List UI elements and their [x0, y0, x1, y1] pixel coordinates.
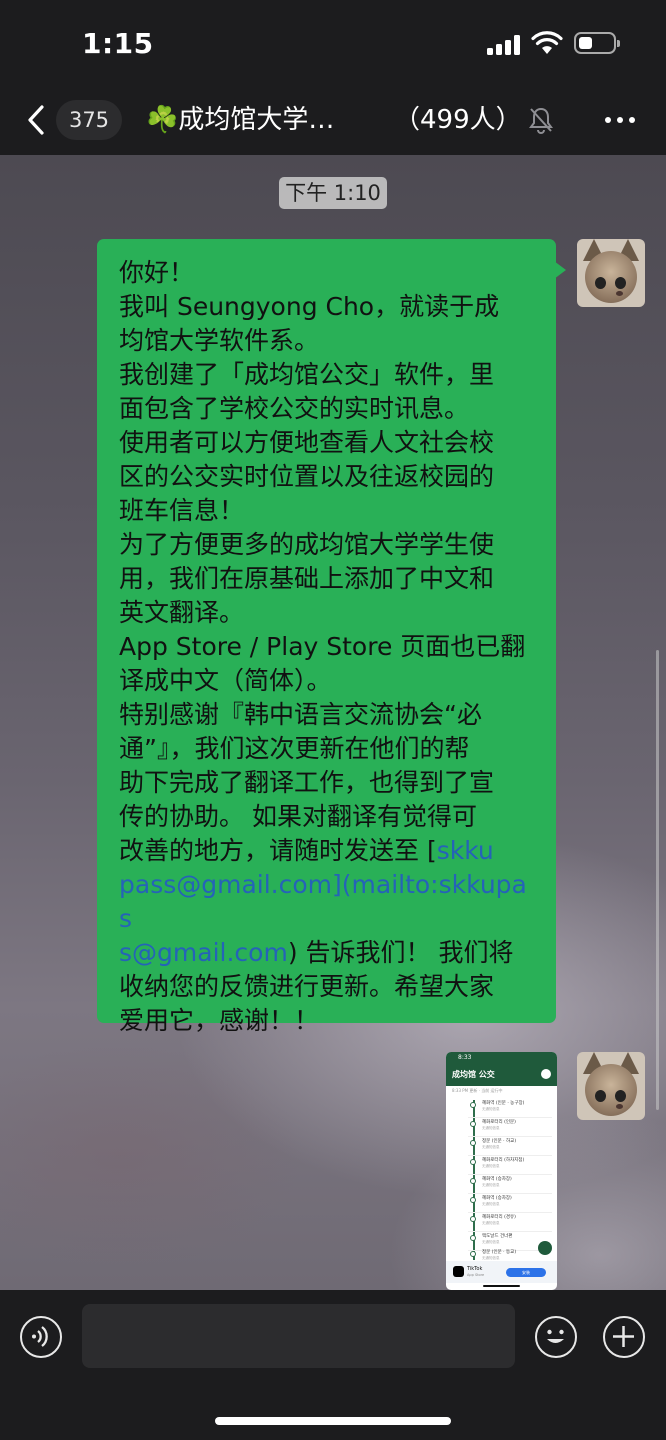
preview-app-title: 成均馆 公交 — [452, 1070, 495, 1079]
status-time: 1:15 — [82, 27, 154, 60]
smiley-icon — [547, 1329, 564, 1343]
message-line-with-link: s@gmail.com) 告诉我们！ 我们将 — [119, 936, 538, 970]
message-line: 用，我们在原基础上添加了中文和 — [119, 564, 495, 593]
preview-stop-row: 혜화로터리 (경유) 无通知信息 — [468, 1212, 552, 1232]
input-bar — [0, 1290, 666, 1440]
email-link[interactable]: skku — [437, 836, 494, 865]
back-chevron-icon[interactable] — [22, 102, 52, 138]
message-line-with-link: 改善的地方，请随时发送至 [skku — [119, 834, 538, 868]
voice-input-button[interactable] — [20, 1316, 62, 1358]
wifi-icon — [531, 31, 563, 54]
message-line: 我创建了「成均馆公交」软件，里 — [119, 360, 495, 389]
nav-bar: 375 ☘️成均馆大学… （499人） — [0, 90, 666, 155]
preview-refresh-icon — [538, 1241, 552, 1255]
message-text: ) 告诉我们！ 我们将 — [287, 938, 514, 967]
message-line: 你好！ — [119, 258, 195, 287]
message-line: 爱用它，感谢！！ — [119, 1006, 320, 1035]
preview-stop-row: 혜화역 (승차장) 无通知信息 — [468, 1174, 552, 1194]
message-line: App Store / Play Store 页面也已翻 — [119, 632, 526, 661]
message-line: 助下完成了翻译工作，也得到了宣 — [119, 768, 495, 797]
battery-icon — [574, 32, 620, 54]
email-link[interactable]: pass@gmail.com](mailto:skkupas — [119, 868, 538, 936]
home-indicator — [215, 1417, 451, 1425]
preview-stop-row: 혜화로터리 (하차지점) 无通知信息 — [468, 1155, 552, 1175]
message-line: 收纳您的反馈进行更新。希望大家 — [119, 972, 495, 1001]
message-line: 英文翻译。 — [119, 598, 245, 627]
preview-subtitle: 8:33 PM 更新 · 当前 运行中 — [452, 1088, 503, 1093]
message-line: 通”』，我们这次更新在他们的帮 — [119, 734, 470, 763]
preview-stop-row: 혜화역 (인문 · 농구장) 无通知信息 — [468, 1098, 552, 1118]
message-line: 班车信息！ — [119, 496, 245, 525]
sender-avatar[interactable] — [577, 1052, 645, 1120]
preview-info-icon — [541, 1069, 551, 1079]
message-bubble[interactable]: 你好！ 我叫 Seungyong Cho，就读于成 均馆大学软件系。 我创建了「… — [97, 239, 566, 1035]
preview-stop-row: 정문 (인문 · 하교) 无通知信息 — [468, 1136, 552, 1156]
preview-stop-row: 혜화로터리 (인문) 无通知信息 — [468, 1117, 552, 1137]
scrollbar[interactable] — [656, 650, 659, 1110]
image-message-thumbnail[interactable]: 8:33 成均馆 公交 8:33 PM 更新 · 当前 运行中 혜화역 (인문 … — [446, 1052, 557, 1290]
add-attachment-button[interactable] — [603, 1316, 645, 1358]
status-bar: 1:15 — [0, 0, 666, 90]
voice-wave-icon — [32, 1326, 48, 1347]
plus-icon — [613, 1326, 634, 1347]
cellular-signal-icon — [487, 35, 521, 55]
message-timestamp: 下午 1:10 — [279, 177, 387, 209]
message-line: 为了方便更多的成均馆大学学生使 — [119, 530, 495, 559]
message-text: 改善的地方，请随时发送至 [ — [119, 836, 437, 865]
sender-avatar[interactable] — [577, 239, 645, 307]
more-options-icon[interactable] — [603, 102, 637, 138]
preview-tiktok-logo-icon — [453, 1266, 464, 1277]
message-line: 我叫 Seungyong Cho，就读于成 — [119, 292, 500, 321]
email-link[interactable]: s@gmail.com — [119, 938, 288, 967]
message-line: 区的公交实时位置以及往返校园的 — [119, 462, 495, 491]
message-input[interactable] — [82, 1304, 515, 1368]
message-line: 使用者可以方便地查看人文社会校 — [119, 428, 495, 457]
group-title[interactable]: ☘️成均馆大学… — [146, 100, 334, 140]
preview-ad-banner: TikTok App Store 安装 — [446, 1261, 557, 1283]
message-line: 面包含了学校公交的实时讯息。 — [119, 394, 470, 423]
message-line: 译成中文（简体）。 — [119, 666, 332, 695]
message-line: 特别感谢『韩中语言交流协会“必 — [119, 700, 482, 729]
message-line: 传的协助。 如果对翻译有觉得可 — [119, 802, 477, 831]
preview-status-time: 8:33 — [458, 1054, 472, 1061]
preview-install-button: 安装 — [506, 1268, 546, 1277]
emoji-button[interactable] — [535, 1316, 577, 1358]
member-count: （499人） — [394, 105, 522, 135]
unread-count-badge[interactable]: 375 — [56, 100, 122, 140]
preview-stop-row: 혜화역 (승차장) 无通知信息 — [468, 1193, 552, 1213]
muted-bell-icon — [529, 107, 553, 134]
message-line: 均馆大学软件系。 — [119, 326, 320, 355]
